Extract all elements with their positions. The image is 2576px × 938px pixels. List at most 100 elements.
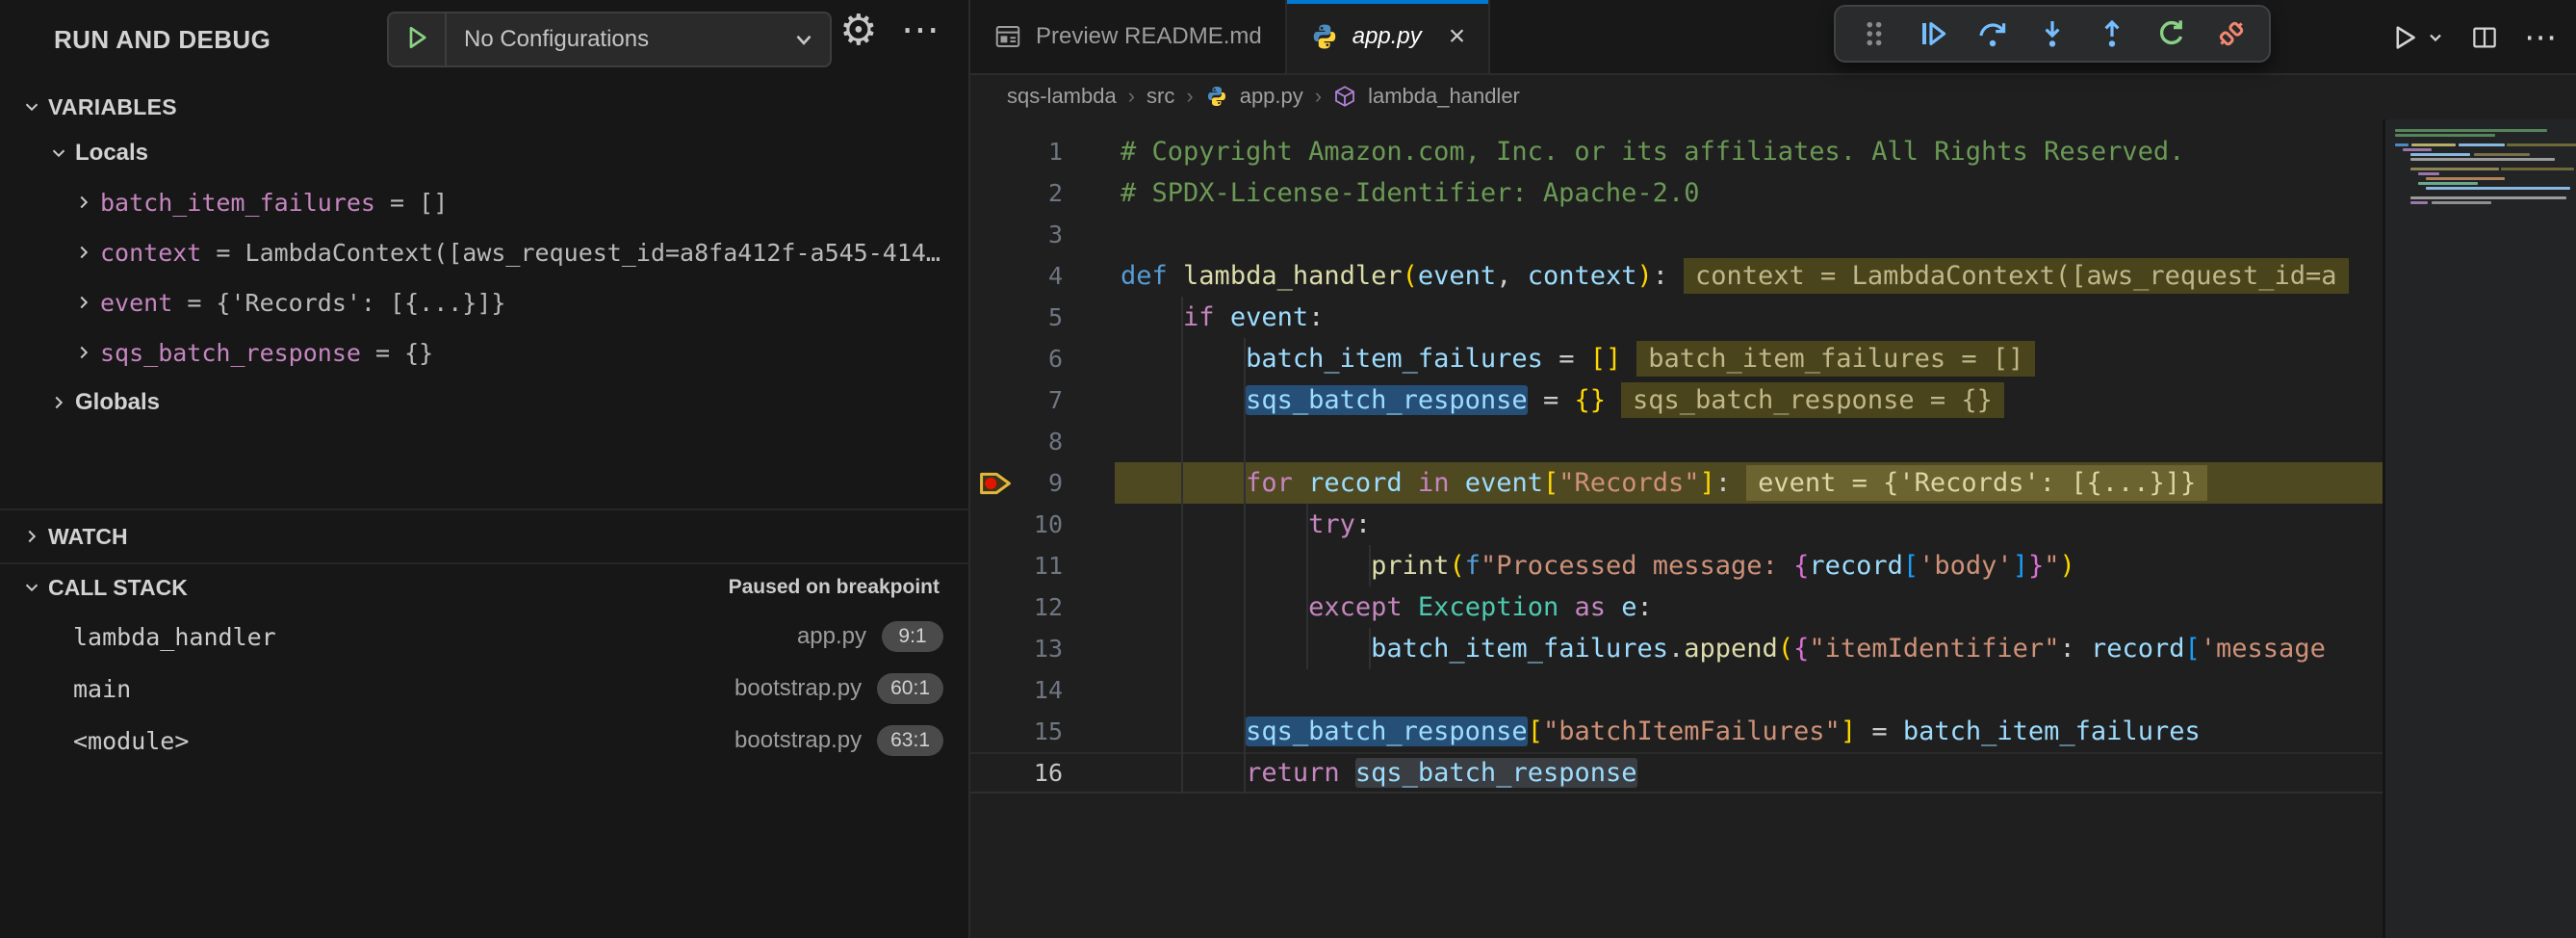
token: : xyxy=(1308,302,1324,332)
code-line-6[interactable]: 6batch_item_failures = []batch_item_fail… xyxy=(970,338,2383,379)
split-editor-button[interactable] xyxy=(2462,13,2507,62)
variable-row-event[interactable]: event = {'Records': [{...}]} xyxy=(0,277,968,327)
minimap-line xyxy=(2395,143,2409,146)
token: ( xyxy=(1778,634,1793,664)
code-text: try: xyxy=(1121,504,1371,545)
token: event xyxy=(1465,468,1543,498)
globals-group[interactable]: Globals xyxy=(0,378,968,428)
code-line-2[interactable]: 2# SPDX-License-Identifier: Apache-2.0 xyxy=(970,172,2383,214)
code-text xyxy=(1121,669,1246,711)
token: . xyxy=(1668,634,1684,664)
start-debugging-button[interactable] xyxy=(389,13,447,65)
tab-app-py[interactable]: app.py× xyxy=(1287,0,1491,73)
variable-row-context[interactable]: context = LambdaContext([aws_request_id=… xyxy=(0,227,968,277)
code-line-14[interactable]: 14 xyxy=(970,669,2383,711)
watch-section: WATCH xyxy=(0,508,968,562)
line-number: 14 xyxy=(970,669,1063,711)
tab-preview-readme-md[interactable]: Preview README.md xyxy=(970,0,1287,73)
breadcrumb-item[interactable]: sqs-lambda xyxy=(1007,84,1117,109)
token: batch_item_failures xyxy=(1903,717,2201,746)
more-actions-icon[interactable]: ⋯ xyxy=(2516,13,2564,62)
inline-debug-value: sqs_batch_response = {} xyxy=(1621,382,2004,418)
variable-name: sqs_batch_response xyxy=(100,339,361,367)
token: "batchItemFailures" xyxy=(1543,717,1841,746)
variable-value: = {'Records': [{...}]} xyxy=(172,289,505,317)
minimap-line xyxy=(2410,196,2566,199)
code-text: print(f"Processed message: {record['body… xyxy=(1121,545,2075,586)
restart-button[interactable] xyxy=(2142,7,2202,61)
line-number: 13 xyxy=(970,628,1063,669)
indent-guide xyxy=(1121,338,1246,379)
drag-handle[interactable] xyxy=(1843,7,1903,61)
run-python-file-button[interactable] xyxy=(2382,13,2453,62)
continue-button[interactable] xyxy=(1903,7,1963,61)
variables-list: batch_item_failures = []context = Lambda… xyxy=(0,177,968,378)
code-text: sqs_batch_response = {}sqs_batch_respons… xyxy=(1121,379,2004,421)
token xyxy=(1449,468,1464,498)
code-text: def lambda_handler(event, context):conte… xyxy=(1121,255,2349,297)
locals-group[interactable]: Locals xyxy=(0,129,968,177)
stack-frame[interactable]: lambda_handlerapp.py9:1 xyxy=(0,611,968,663)
code-line-4[interactable]: 4def lambda_handler(event, context):cont… xyxy=(970,255,2383,297)
code-line-7[interactable]: 7sqs_batch_response = {}sqs_batch_respon… xyxy=(970,379,2383,421)
minimap[interactable] xyxy=(2383,119,2576,938)
launch-configuration-dropdown[interactable]: No Configurations xyxy=(387,12,832,67)
token xyxy=(1403,468,1418,498)
call-stack-list: lambda_handlerapp.py9:1mainbootstrap.py6… xyxy=(0,611,968,767)
stack-frame[interactable]: mainbootstrap.py60:1 xyxy=(0,663,968,715)
call-stack-header[interactable]: CALL STACK Paused on breakpoint xyxy=(0,564,968,611)
indent-guide xyxy=(1121,462,1246,504)
code-line-3[interactable]: 3 xyxy=(970,214,2383,255)
token: print xyxy=(1371,551,1449,581)
code-line-12[interactable]: 12except Exception as e: xyxy=(970,586,2383,628)
frame-position-badge: 60:1 xyxy=(877,673,943,704)
variable-name: batch_item_failures xyxy=(100,189,375,217)
chevron-right-icon xyxy=(67,192,100,213)
code-line-1[interactable]: 1# Copyright Amazon.com, Inc. or its aff… xyxy=(970,131,2383,172)
token: = xyxy=(1856,717,1903,746)
code-line-10[interactable]: 10try: xyxy=(970,504,2383,545)
disconnect-button[interactable] xyxy=(2202,7,2261,61)
stack-frame[interactable]: <module>bootstrap.py63:1 xyxy=(0,715,968,767)
debug-toolbar xyxy=(1834,5,2271,63)
close-icon[interactable]: × xyxy=(1449,22,1466,51)
code-editor[interactable]: 1# Copyright Amazon.com, Inc. or its aff… xyxy=(970,119,2576,938)
step-out-button[interactable] xyxy=(2082,7,2142,61)
frame-name: <module> xyxy=(0,727,189,755)
code-line-8[interactable]: 8 xyxy=(970,421,2383,462)
minimap-line xyxy=(2418,182,2478,185)
more-actions-icon[interactable]: ⋯ xyxy=(901,8,940,52)
symbol-method-icon xyxy=(1333,85,1356,108)
inline-debug-value: event = {'Records': [{...}]} xyxy=(1746,465,2207,501)
token: [ xyxy=(1903,551,1919,581)
breadcrumb-item[interactable]: src xyxy=(1146,84,1174,109)
token: sqs_batch_response xyxy=(1355,758,1637,788)
code-line-13[interactable]: 13batch_item_failures.append({"itemIdent… xyxy=(970,628,2383,669)
gear-icon[interactable]: ⚙ xyxy=(839,6,877,55)
breadcrumb-item[interactable]: lambda_handler xyxy=(1368,84,1520,109)
code-line-16[interactable]: 16return sqs_batch_response xyxy=(970,752,2383,794)
chevron-down-icon xyxy=(15,96,48,117)
step-over-button[interactable] xyxy=(1963,7,2022,61)
token: { xyxy=(1793,634,1809,664)
code-text: # SPDX-License-Identifier: Apache-2.0 xyxy=(1121,172,1699,214)
variable-row-batch_item_failures[interactable]: batch_item_failures = [] xyxy=(0,177,968,227)
variables-header[interactable]: VARIABLES xyxy=(0,85,968,129)
run-and-debug-sidebar: RUN AND DEBUG No Configurations ⚙ ⋯ VARI… xyxy=(0,0,970,938)
frame-file: app.py xyxy=(797,623,866,650)
code-text: for record in event["Records"]:event = {… xyxy=(1121,462,2207,504)
chevron-down-icon xyxy=(42,143,75,164)
step-into-button[interactable] xyxy=(2022,7,2082,61)
code-line-15[interactable]: 15sqs_batch_response["batchItemFailures"… xyxy=(970,711,2383,752)
watch-header[interactable]: WATCH xyxy=(0,510,968,562)
variable-row-sqs_batch_response[interactable]: sqs_batch_response = {} xyxy=(0,327,968,378)
token: try xyxy=(1308,509,1355,539)
code-line-11[interactable]: 11print(f"Processed message: {record['bo… xyxy=(970,545,2383,586)
breadcrumb-item[interactable]: app.py xyxy=(1240,84,1303,109)
token xyxy=(1293,468,1308,498)
indent-guide xyxy=(1121,504,1308,545)
code-line-9[interactable]: 9for record in event["Records"]:event = … xyxy=(970,462,2383,504)
code-line-5[interactable]: 5if event: xyxy=(970,297,2383,338)
frame-name: lambda_handler xyxy=(0,623,276,651)
token: : xyxy=(2059,634,2091,664)
